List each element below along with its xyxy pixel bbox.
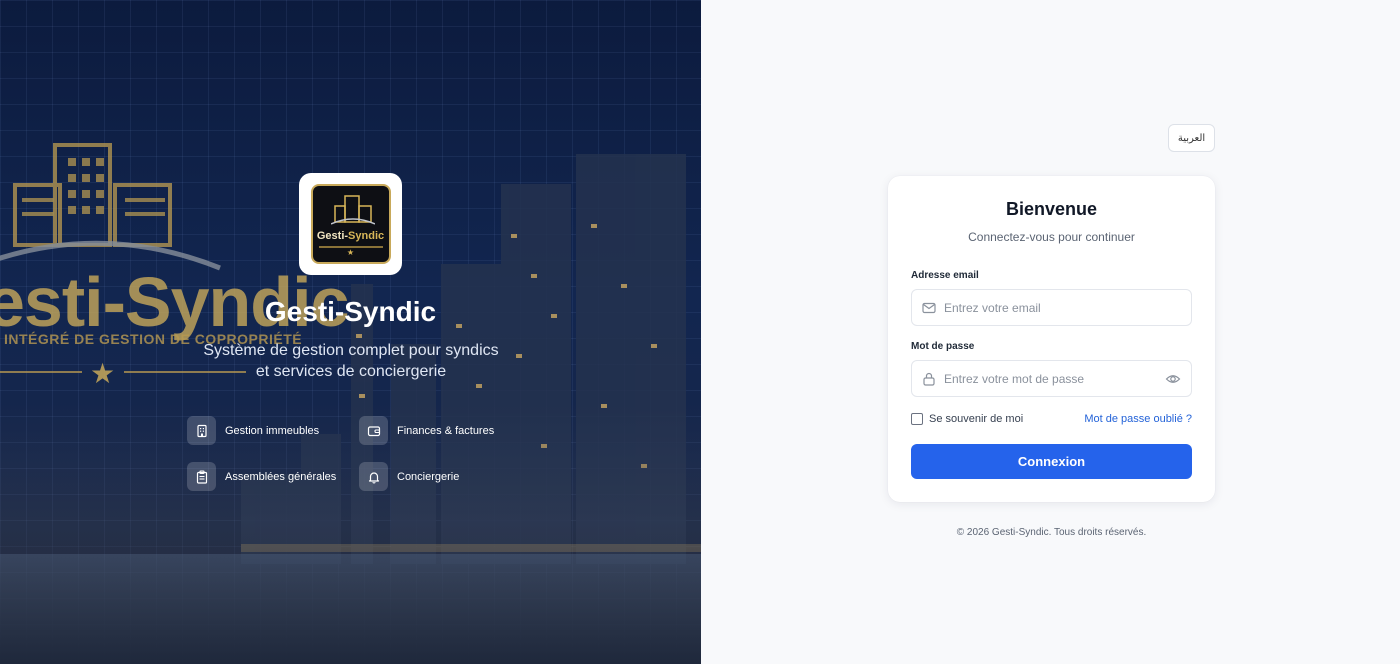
feature-gestion-immeubles: Gestion immeubles (187, 416, 319, 445)
password-input[interactable] (944, 371, 1165, 386)
feature-label: Assemblées générales (225, 470, 337, 483)
wallet-icon (359, 416, 388, 445)
logo-name: Gesti-Syndic (313, 230, 389, 242)
login-card: Bienvenue Connectez-vous pour continuer … (888, 176, 1215, 502)
remember-me-checkbox[interactable] (911, 413, 923, 425)
password-field[interactable] (911, 360, 1192, 397)
feature-label: Gestion immeubles (225, 424, 320, 437)
hero-title: Gesti-Syndic (264, 296, 437, 327)
app-logo: Gesti-Syndic ★ (299, 173, 402, 275)
remember-me[interactable]: Se souvenir de moi (911, 413, 1023, 425)
logo-name-part1: Gesti- (316, 230, 349, 242)
clipboard-icon (187, 462, 216, 491)
mail-icon (922, 301, 936, 315)
feature-conciergerie: Conciergerie (359, 462, 459, 491)
lock-icon (922, 372, 936, 386)
bell-icon (359, 462, 388, 491)
logo-star-icon: ★ (346, 248, 355, 257)
forgot-password-link[interactable]: Mot de passe oublié ? (1084, 413, 1192, 425)
feature-label: Conciergerie (397, 470, 460, 483)
remember-me-label: Se souvenir de moi (929, 413, 1024, 425)
email-input[interactable] (944, 300, 1181, 315)
building-icon (187, 416, 216, 445)
hero-water-reflection (0, 554, 701, 664)
email-field[interactable] (911, 289, 1192, 326)
login-button[interactable]: Connexion (911, 444, 1192, 479)
hero-subtitle: Système de gestion complet pour syndics … (203, 342, 499, 380)
feature-label: Finances & factures (397, 424, 495, 437)
feature-assemblees-generales: Assemblées générales (187, 462, 336, 491)
logo-name-part2: Syndic (348, 230, 385, 242)
show-password-eye-icon[interactable] (1165, 371, 1181, 387)
hero-panel: esti-Syndic INTÉGRÉ DE GESTION DE COPROP… (0, 0, 701, 664)
logo-buildings-icon (330, 195, 375, 225)
feature-finances-factures: Finances & factures (359, 416, 494, 445)
copyright-footer: © 2026 Gesti-Syndic. Tous droits réservé… (956, 527, 1147, 538)
password-label: Mot de passe (911, 341, 975, 352)
email-label: Adresse email (911, 270, 979, 281)
login-subtitle: Connectez-vous pour continuer (968, 230, 1135, 244)
app-logo-badge: Gesti-Syndic ★ (310, 184, 391, 264)
background-star-icon: ★ (90, 358, 116, 389)
background-logo-divider-left (0, 371, 82, 373)
login-title: Bienvenue (1005, 199, 1098, 219)
language-switch-button[interactable]: العربية (1168, 124, 1215, 152)
